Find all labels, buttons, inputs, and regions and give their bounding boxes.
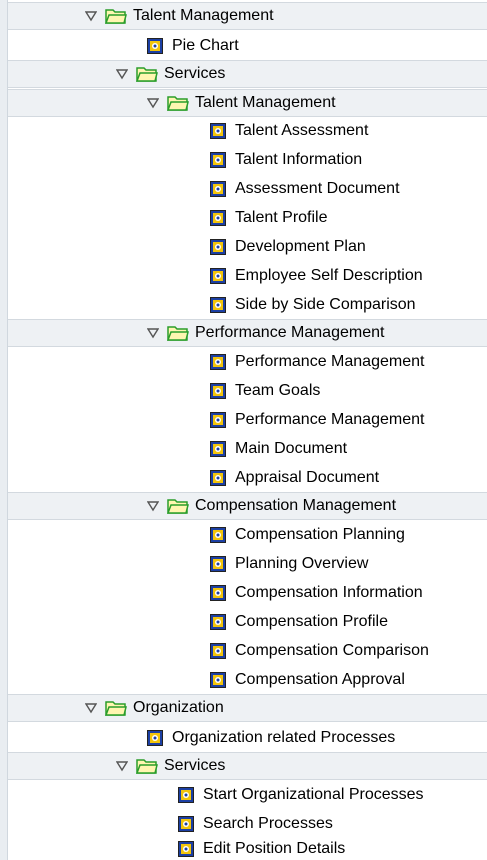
tree-node-label: Compensation Information xyxy=(235,584,423,601)
tree-node-folder[interactable]: Performance Management xyxy=(8,319,487,347)
tree-node-label: Services xyxy=(164,757,226,774)
service-document-icon xyxy=(210,441,226,457)
tree-node-label: Main Document xyxy=(235,440,348,457)
open-folder-icon xyxy=(166,94,189,112)
service-document-icon xyxy=(210,585,226,601)
tree-node-item[interactable]: Pie Chart xyxy=(8,32,487,60)
tree-node-label: Talent Profile xyxy=(235,209,328,226)
tree-node-label: Services xyxy=(164,65,226,82)
tree-node-item[interactable]: Compensation Information xyxy=(8,579,487,607)
tree-node-item[interactable]: Talent Profile xyxy=(8,204,487,232)
expanded-triangle-icon[interactable] xyxy=(147,500,159,512)
expanded-triangle-icon[interactable] xyxy=(147,327,159,339)
tree-node-item[interactable]: Main Document xyxy=(8,435,487,463)
tree-left-margin xyxy=(0,0,8,860)
service-document-icon xyxy=(210,383,226,399)
service-document-icon xyxy=(210,152,226,168)
tree-node-folder[interactable]: Organization xyxy=(8,694,487,722)
tree-node-folder[interactable]: Talent Management xyxy=(8,89,487,117)
tree-node-label: Team Goals xyxy=(235,382,321,399)
tree-node-label: Edit Position Details xyxy=(203,840,346,857)
tree-node-label: Performance Management xyxy=(235,411,425,428)
tree-node-label: Organization related Processes xyxy=(172,729,396,746)
tree-node-folder[interactable]: Compensation Management xyxy=(8,492,487,520)
service-document-icon xyxy=(210,354,226,370)
tree-node-item[interactable]: Compensation Profile xyxy=(8,608,487,636)
open-folder-icon xyxy=(135,757,158,775)
service-document-icon xyxy=(178,841,194,857)
tree-node-item[interactable]: Appraisal Document xyxy=(8,464,487,492)
tree-node-label: Compensation Profile xyxy=(235,613,388,630)
tree-node-label: Talent Information xyxy=(235,151,363,168)
tree-node-label: Compensation Comparison xyxy=(235,642,429,659)
service-document-icon xyxy=(178,816,194,832)
tree-node-item[interactable]: Performance Management xyxy=(8,348,487,376)
tree-node-label: Compensation Planning xyxy=(235,526,405,543)
service-document-icon xyxy=(210,643,226,659)
tree-node-label: Development Plan xyxy=(235,238,366,255)
expanded-triangle-icon[interactable] xyxy=(147,97,159,109)
tree-node-item[interactable]: Development Plan xyxy=(8,233,487,261)
tree-node-item[interactable]: Compensation Planning xyxy=(8,521,487,549)
service-document-icon xyxy=(210,470,226,486)
expanded-triangle-icon[interactable] xyxy=(116,760,128,772)
tree-node-item[interactable]: Start Organizational Processes xyxy=(8,781,487,809)
tree-node-folder[interactable]: Services xyxy=(8,60,487,88)
tree-node-item[interactable]: Search Processes xyxy=(8,810,487,838)
tree-node-label: Start Organizational Processes xyxy=(203,786,424,803)
service-document-icon xyxy=(210,181,226,197)
tree-node-label: Assessment Document xyxy=(235,180,400,197)
tree-node-label: Talent Management xyxy=(195,94,336,111)
tree-node-label: Planning Overview xyxy=(235,555,369,572)
open-folder-icon xyxy=(166,324,189,342)
tree-node-item[interactable]: Edit Position Details xyxy=(8,838,487,860)
tree-node-item[interactable]: Assessment Document xyxy=(8,175,487,203)
tree-node-item[interactable]: Team Goals xyxy=(8,377,487,405)
service-document-icon xyxy=(147,730,163,746)
tree-node-label: Talent Management xyxy=(133,7,274,24)
tree-node-folder[interactable]: Talent Management xyxy=(8,2,487,30)
tree-node-folder[interactable]: Services xyxy=(8,752,487,780)
service-document-icon xyxy=(210,556,226,572)
service-document-icon xyxy=(178,787,194,803)
open-folder-icon xyxy=(166,497,189,515)
tree-node-label: Performance Management xyxy=(235,353,425,370)
tree-node-item[interactable]: Side by Side Comparison xyxy=(8,291,487,319)
service-document-icon xyxy=(210,239,226,255)
service-document-icon xyxy=(210,210,226,226)
service-document-icon xyxy=(210,672,226,688)
open-folder-icon xyxy=(104,7,127,25)
service-document-icon xyxy=(210,412,226,428)
tree-node-item[interactable]: Employee Self Description xyxy=(8,262,487,290)
expanded-triangle-icon[interactable] xyxy=(85,702,97,714)
tree-node-label: Search Processes xyxy=(203,815,333,832)
expanded-triangle-icon[interactable] xyxy=(116,68,128,80)
tree-node-item[interactable]: Organization related Processes xyxy=(8,724,487,752)
tree-node-item[interactable]: Talent Information xyxy=(8,146,487,174)
tree-node-item[interactable]: Planning Overview xyxy=(8,550,487,578)
service-document-icon xyxy=(210,297,226,313)
tree-node-item[interactable]: Talent Assessment xyxy=(8,117,487,145)
open-folder-icon xyxy=(135,65,158,83)
open-folder-icon xyxy=(104,699,127,717)
tree-node-label: Employee Self Description xyxy=(235,267,423,284)
tree-node-item[interactable]: Compensation Comparison xyxy=(8,637,487,665)
service-document-icon xyxy=(210,614,226,630)
service-document-icon xyxy=(147,38,163,54)
service-document-icon xyxy=(210,527,226,543)
tree-node-label: Compensation Management xyxy=(195,497,397,514)
expanded-triangle-icon[interactable] xyxy=(85,10,97,22)
tree-node-label: Organization xyxy=(133,699,224,716)
service-document-icon xyxy=(210,123,226,139)
tree-node-label: Compensation Approval xyxy=(235,671,405,688)
service-document-icon xyxy=(210,268,226,284)
tree-node-item[interactable]: Compensation Approval xyxy=(8,666,487,694)
tree-node-label: Talent Assessment xyxy=(235,122,369,139)
tree-node-label: Side by Side Comparison xyxy=(235,296,416,313)
tree-node-label: Appraisal Document xyxy=(235,469,380,486)
tree-node-label: Performance Management xyxy=(195,324,385,341)
tree-node-item[interactable]: Performance Management xyxy=(8,406,487,434)
tree-node-label: Pie Chart xyxy=(172,37,239,54)
